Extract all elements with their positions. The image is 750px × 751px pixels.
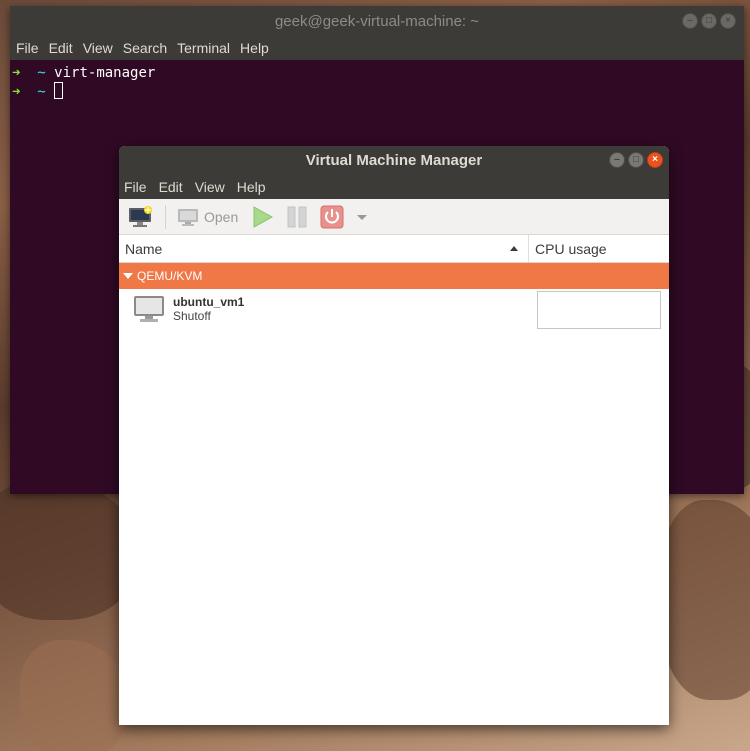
terminal-menu-search[interactable]: Search <box>123 40 167 56</box>
vm-monitor-icon <box>134 296 164 322</box>
cpu-column-label: CPU usage <box>535 240 607 257</box>
terminal-menu-terminal[interactable]: Terminal <box>177 40 230 56</box>
minimize-icon[interactable]: – <box>609 152 625 168</box>
terminal-menu-edit[interactable]: Edit <box>49 40 73 56</box>
cpu-column-header[interactable]: CPU usage <box>529 235 669 262</box>
vmm-menu-edit[interactable]: Edit <box>159 179 183 195</box>
pause-button[interactable] <box>282 203 312 231</box>
maximize-icon[interactable]: □ <box>701 13 717 29</box>
terminal-line: ➜ ~ virt-manager <box>12 64 744 82</box>
vmm-menu-help[interactable]: Help <box>237 179 266 195</box>
vmm-menubar: File Edit View Help <box>119 174 669 199</box>
expander-icon[interactable] <box>123 273 133 279</box>
open-button-label: Open <box>204 208 239 225</box>
vmm-toolbar: Open <box>119 199 669 235</box>
vmm-window-controls: – □ × <box>609 152 663 168</box>
cpu-usage-graph <box>537 291 661 329</box>
sort-ascending-icon <box>510 246 518 251</box>
terminal-titlebar[interactable]: geek@geek-virtual-machine: ~ – □ × <box>10 6 744 36</box>
terminal-output[interactable]: ➜ ~ virt-manager ➜ ~ <box>10 60 744 101</box>
terminal-menu-file[interactable]: File <box>16 40 39 56</box>
desktop-wallpaper <box>20 640 130 751</box>
terminal-menu-help[interactable]: Help <box>240 40 269 56</box>
terminal-window-controls: – □ × <box>682 13 736 29</box>
shutdown-menu-button[interactable] <box>352 203 372 231</box>
name-column-label: Name <box>125 240 163 257</box>
toolbar-separator <box>165 204 166 229</box>
close-icon[interactable]: × <box>720 13 736 29</box>
vm-list-header: Name CPU usage <box>119 235 669 263</box>
monitor-icon <box>178 208 198 226</box>
terminal-menu-view[interactable]: View <box>83 40 113 56</box>
vm-name: ubuntu_vm1 <box>173 295 245 309</box>
close-icon[interactable]: × <box>647 152 663 168</box>
virt-manager-window[interactable]: Virtual Machine Manager – □ × File Edit … <box>119 146 669 725</box>
shutdown-button[interactable] <box>316 203 348 231</box>
terminal-menubar: File Edit View Search Terminal Help <box>10 36 744 60</box>
new-vm-icon <box>129 205 152 227</box>
run-icon <box>253 205 274 228</box>
open-button[interactable]: Open <box>173 203 242 231</box>
minimize-icon[interactable]: – <box>682 13 698 29</box>
terminal-title: geek@geek-virtual-machine: ~ <box>274 12 480 30</box>
vm-info: ubuntu_vm1 Shutoff <box>173 295 244 323</box>
vmm-title: Virtual Machine Manager <box>305 151 483 169</box>
terminal-command: virt-manager <box>54 65 156 81</box>
shutdown-icon <box>320 205 344 228</box>
vm-list-item[interactable]: ubuntu_vm1 Shutoff <box>119 289 669 329</box>
run-button[interactable] <box>246 203 278 231</box>
prompt-arrow: ➜ <box>12 65 21 81</box>
connection-label: QEMU/KVM <box>137 269 203 283</box>
dropdown-arrow-icon <box>357 214 368 220</box>
vmm-menu-view[interactable]: View <box>195 179 225 195</box>
desktop-wallpaper <box>660 500 750 700</box>
vmm-titlebar[interactable]: Virtual Machine Manager – □ × <box>119 146 669 174</box>
pause-icon <box>287 206 307 227</box>
terminal-line: ➜ ~ <box>12 82 744 101</box>
vmm-menu-file[interactable]: File <box>124 179 147 195</box>
new-vm-button[interactable] <box>124 203 158 231</box>
maximize-icon[interactable]: □ <box>628 152 644 168</box>
prompt-arrow: ➜ <box>12 84 21 100</box>
text-cursor <box>54 82 64 99</box>
prompt-dir: ~ <box>37 84 46 100</box>
prompt-dir: ~ <box>37 65 46 81</box>
connection-group-row[interactable]: QEMU/KVM <box>119 263 669 289</box>
vm-status: Shutoff <box>173 309 211 323</box>
name-column-header[interactable]: Name <box>119 235 529 262</box>
